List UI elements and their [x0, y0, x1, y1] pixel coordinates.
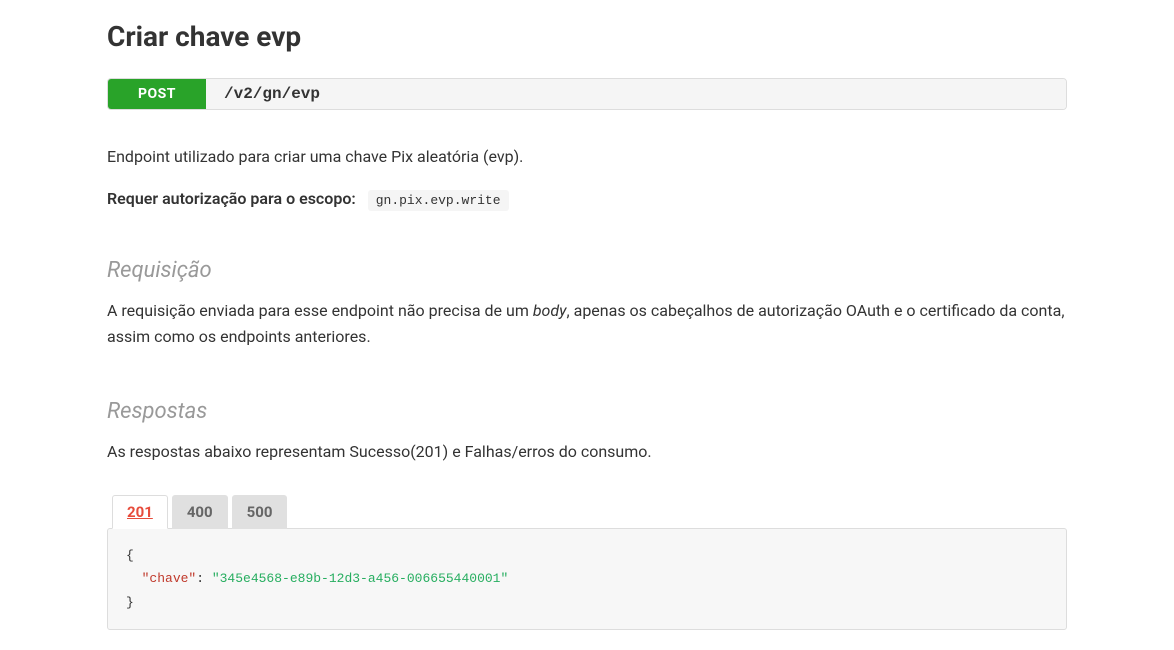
endpoint-bar: POST /v2/gn/evp [107, 78, 1067, 110]
auth-requirement: Requer autorização para o escopo: gn.pix… [107, 189, 1067, 208]
responses-section-text: As respostas abaixo representam Sucesso(… [107, 439, 1067, 465]
endpoint-description: Endpoint utilizado para criar uma chave … [107, 145, 1067, 169]
auth-scope-code: gn.pix.evp.write [368, 190, 509, 211]
json-key-chave: "chave" [142, 571, 197, 586]
response-code-block: { "chave": "345e4568-e89b-12d3-a456-0066… [107, 528, 1067, 630]
request-section-title: Requisição [107, 258, 1067, 283]
json-value-chave: "345e4568-e89b-12d3-a456-006655440001" [212, 571, 508, 586]
request-text-em: body [533, 301, 567, 320]
json-open-brace: { [126, 548, 134, 563]
tab-201[interactable]: 201 [112, 495, 168, 529]
tab-400[interactable]: 400 [172, 495, 228, 529]
json-close-brace: } [126, 595, 134, 610]
http-method-badge: POST [108, 79, 206, 109]
endpoint-path: /v2/gn/evp [206, 79, 1066, 109]
page-title: Criar chave evp [107, 20, 1067, 53]
request-text-before: A requisição enviada para esse endpoint … [107, 301, 533, 320]
tab-500[interactable]: 500 [232, 495, 288, 529]
auth-label: Requer autorização para o escopo: [107, 189, 356, 208]
json-colon: : [196, 571, 212, 586]
response-tabs: 201 400 500 [107, 495, 1067, 529]
request-section-text: A requisição enviada para esse endpoint … [107, 298, 1067, 349]
responses-section-title: Respostas [107, 399, 1067, 424]
